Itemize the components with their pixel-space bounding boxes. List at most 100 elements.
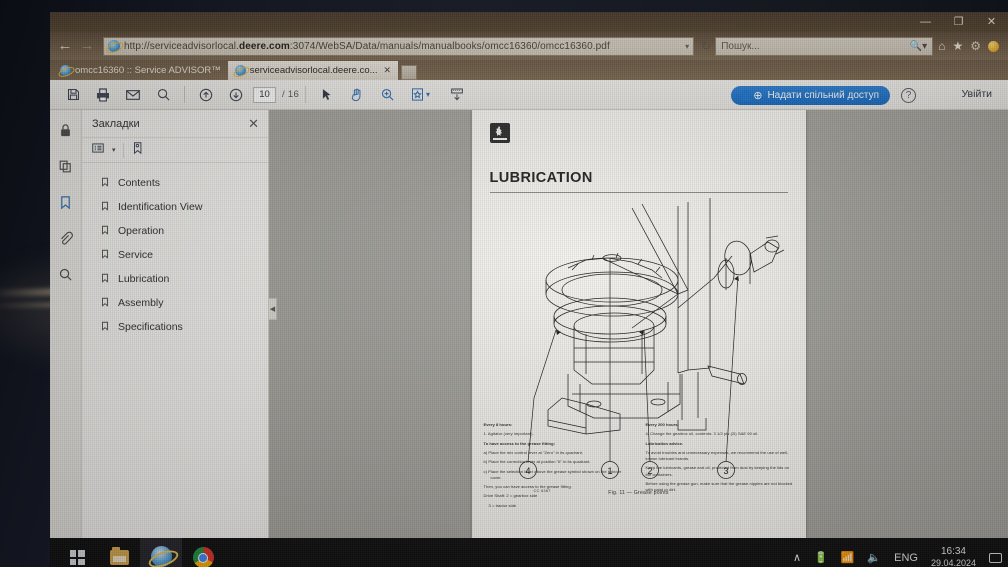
bookmark-icon xyxy=(100,224,110,239)
lock-icon[interactable] xyxy=(56,120,76,140)
select-tool-icon[interactable] xyxy=(312,80,342,110)
bookmark-item-assembly[interactable]: Assembly xyxy=(82,291,268,315)
comment-tool-icon[interactable] xyxy=(442,80,472,110)
minimize-button[interactable]: — xyxy=(909,12,942,32)
bookmarks-panel-title: Закладки xyxy=(92,117,140,130)
bookmark-icon xyxy=(100,176,110,191)
paragraph: c) Place the selection lever above the g… xyxy=(483,468,622,480)
page-total-label: / 16 xyxy=(282,89,300,100)
bookmark-options-icon[interactable] xyxy=(91,141,105,160)
clock-time: 16:34 xyxy=(940,545,966,557)
tab-favicon-icon xyxy=(234,65,246,76)
new-bookmark-icon[interactable] xyxy=(131,141,145,160)
paragraph: 3 = tractor side xyxy=(488,502,517,508)
battery-icon[interactable]: 🔋 xyxy=(814,551,828,564)
home-icon[interactable]: ⌂ xyxy=(938,39,945,53)
close-button[interactable]: ✕ xyxy=(975,12,1008,32)
bookmark-icon xyxy=(100,296,110,311)
system-tray: ∧ 🔋 📶 🔈 ENG 16:34 29.04.2024 xyxy=(793,546,1002,567)
bookmark-item-lubrication[interactable]: Lubrication xyxy=(82,267,268,291)
tab-close-icon[interactable]: ✕ xyxy=(384,65,392,76)
browser-navigation-bar: ← → http://serviceadvisorlocal.deere.com… xyxy=(50,32,1008,60)
address-bar-url: http://serviceadvisorlocal.deere.com:307… xyxy=(124,40,610,52)
find-icon[interactable] xyxy=(148,80,178,110)
bookmark-icon[interactable] xyxy=(56,192,76,212)
title-rule xyxy=(489,192,788,193)
share-person-icon: 👤⊕ xyxy=(739,90,763,102)
bookmark-item-contents[interactable]: Contents xyxy=(82,171,268,195)
toolbar-separator-2 xyxy=(305,86,307,103)
action-center-icon[interactable] xyxy=(989,552,1002,563)
language-indicator[interactable]: ENG xyxy=(894,552,918,564)
page-number-input[interactable]: 10 xyxy=(253,86,276,103)
forward-button[interactable]: → xyxy=(76,35,98,57)
notification-dot-icon[interactable] xyxy=(988,40,999,52)
bookmark-icon xyxy=(100,200,110,215)
paragraph: 4. Change the gearbox oil, contents: 3 1… xyxy=(645,431,759,437)
page-title: LUBRICATION xyxy=(489,170,593,186)
tab-service-advisor[interactable]: omcc16360 :: Service ADVISOR™ xyxy=(53,61,228,80)
help-icon[interactable]: ? xyxy=(901,88,916,103)
panel-collapse-handle[interactable]: ◀ xyxy=(269,298,277,320)
bookmark-item-specifications[interactable]: Specifications xyxy=(82,315,268,339)
new-tab-button[interactable] xyxy=(401,65,418,80)
chevron-down-icon[interactable]: ▾ xyxy=(426,90,430,99)
taskbar-file-explorer[interactable] xyxy=(98,538,140,567)
volume-icon[interactable]: 🔈 xyxy=(867,551,881,564)
sign-in-button[interactable]: Увійти xyxy=(961,88,992,100)
windows-logo-icon xyxy=(69,550,85,565)
chevron-down-icon[interactable]: ▾ xyxy=(685,42,689,51)
bookmark-icon xyxy=(100,320,110,335)
search-icon[interactable] xyxy=(56,264,76,284)
bookmark-item-label: Operation xyxy=(118,225,165,237)
bookmark-item-operation[interactable]: Operation xyxy=(82,219,268,243)
wifi-icon[interactable]: 📶 xyxy=(841,551,855,564)
internet-explorer-icon xyxy=(108,40,120,52)
paragraph: Before using the grease gun, make sure t… xyxy=(645,480,793,493)
share-button[interactable]: 👤⊕ Надати спільний доступ xyxy=(730,86,890,105)
refresh-button[interactable]: ↻ xyxy=(697,39,715,53)
favorites-star-icon[interactable]: ★ xyxy=(952,39,963,53)
bookmark-item-label: Contents xyxy=(118,177,161,189)
folder-icon xyxy=(109,547,129,565)
bookmark-item-identification-view[interactable]: Identification View xyxy=(82,195,268,219)
paragraph: a) Place the mix control lever at "Zero"… xyxy=(483,449,584,455)
paragraph: 1. Agitator (very important). xyxy=(483,431,534,437)
email-icon[interactable] xyxy=(118,80,148,110)
close-icon[interactable]: ✕ xyxy=(248,116,259,132)
gear-icon[interactable]: ⚙ xyxy=(970,39,981,53)
clock[interactable]: 16:34 29.04.2024 xyxy=(931,546,976,567)
share-button-label: Надати спільний доступ xyxy=(767,90,879,101)
clock-date: 29.04.2024 xyxy=(930,558,976,567)
back-button[interactable]: ← xyxy=(54,35,76,57)
bookmark-icon xyxy=(100,272,110,287)
bookmark-item-label: Service xyxy=(118,249,154,261)
zoom-in-icon[interactable] xyxy=(372,80,402,110)
chevron-down-icon[interactable]: ▾ xyxy=(112,146,116,154)
pages-icon[interactable] xyxy=(56,156,76,176)
print-icon[interactable] xyxy=(88,80,118,110)
toolbar-separator xyxy=(184,86,185,103)
show-hidden-icons-chevron-icon[interactable]: ∧ xyxy=(793,551,801,564)
page-display-area[interactable]: ◀ LUBRICATION 4 1 2 3 CC 6367 Fig. 11 — … xyxy=(269,110,1008,538)
bookmarks-panel-header: Закладки ✕ xyxy=(82,110,268,137)
maximize-button[interactable]: ❐ xyxy=(942,12,975,32)
search-input[interactable]: Пошук... xyxy=(721,41,910,52)
internet-explorer-icon xyxy=(150,546,172,567)
search-box[interactable]: Пошук... 🔍▾ xyxy=(715,36,934,56)
taskbar-google-chrome[interactable] xyxy=(182,538,224,567)
tab-pdf-document[interactable]: serviceadvisorlocal.deere.co... ✕ xyxy=(227,61,399,80)
hand-tool-icon[interactable] xyxy=(342,80,372,110)
previous-page-icon[interactable] xyxy=(191,80,221,110)
start-button[interactable] xyxy=(56,538,98,567)
next-page-icon[interactable] xyxy=(221,80,251,110)
bookmark-item-service[interactable]: Service xyxy=(82,243,268,267)
pdf-viewer-body: Закладки ✕ ▾ Contents Identification Vie… xyxy=(50,110,1008,538)
paragraph: Lubrication advice. xyxy=(645,440,684,446)
taskbar-internet-explorer[interactable] xyxy=(140,538,182,567)
save-icon[interactable] xyxy=(58,80,88,110)
address-bar[interactable]: http://serviceadvisorlocal.deere.com:307… xyxy=(103,36,695,56)
paragraph: Drive Shaft: 2 = gearbox side xyxy=(483,493,538,499)
search-icon[interactable]: 🔍▾ xyxy=(910,41,927,52)
attachment-icon[interactable] xyxy=(56,228,76,248)
